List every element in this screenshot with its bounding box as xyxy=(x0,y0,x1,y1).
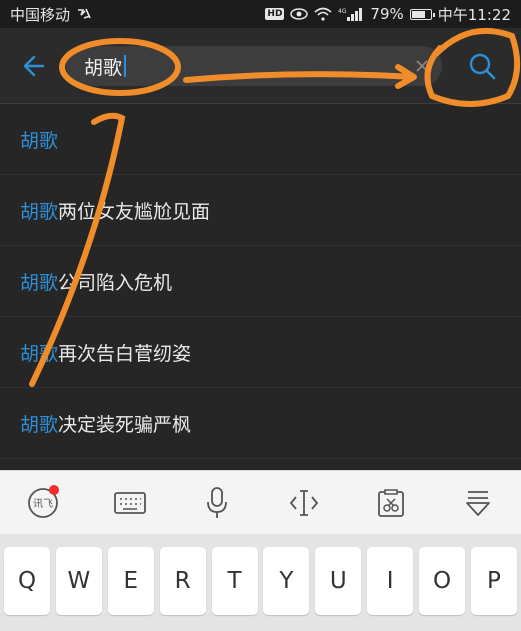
suggestion-highlight: 胡歌 xyxy=(20,200,59,223)
cursor-move-icon xyxy=(289,489,319,516)
ifly-logo-button[interactable]: 讯飞 xyxy=(17,477,69,529)
keyboard-toolbar: 讯飞 xyxy=(0,470,521,534)
key-y[interactable]: Y xyxy=(263,547,310,615)
hide-keyboard-button[interactable] xyxy=(452,477,504,529)
cursor-move-button[interactable] xyxy=(278,477,330,529)
suggestion-text: 两位女友尴尬见面 xyxy=(58,200,211,223)
clear-button[interactable] xyxy=(412,56,432,76)
key-u[interactable]: U xyxy=(315,547,362,615)
battery-percent: 79% xyxy=(370,5,404,23)
carrier-label: 中国移动 xyxy=(10,5,71,24)
suggestion-highlight: 胡歌 xyxy=(20,342,59,365)
search-button[interactable] xyxy=(462,46,502,86)
suggestion-highlight: 胡歌 xyxy=(20,129,59,152)
back-button[interactable] xyxy=(14,48,50,84)
search-icon xyxy=(469,53,496,80)
keyboard-switch-button[interactable] xyxy=(104,477,156,529)
suggestion-highlight: 胡歌 xyxy=(20,413,59,436)
suggestion-item[interactable]: 胡歌 两位女友尴尬见面 xyxy=(0,175,521,246)
clipboard-icon xyxy=(377,488,404,517)
search-query: 胡歌 xyxy=(84,56,123,79)
key-q[interactable]: Q xyxy=(4,547,50,615)
status-left: 中国移动 xyxy=(10,4,92,25)
search-input[interactable]: 胡歌 xyxy=(66,46,442,86)
key-p[interactable]: P xyxy=(470,547,517,615)
key-i[interactable]: I xyxy=(367,547,414,615)
suggestion-item[interactable]: 胡歌 公司陷入危机 xyxy=(0,246,521,317)
key-o[interactable]: O xyxy=(419,547,465,615)
suggestion-text: 再次告白菅纫姿 xyxy=(58,342,192,365)
keyboard-icon xyxy=(114,491,147,514)
microphone-icon xyxy=(207,486,227,518)
key-t[interactable]: T xyxy=(211,547,258,615)
text-cursor xyxy=(124,55,127,77)
key-r[interactable]: R xyxy=(159,547,206,615)
battery-fill xyxy=(411,10,426,18)
svg-text:讯飞: 讯飞 xyxy=(33,498,53,510)
suggestion-item[interactable]: 胡歌 xyxy=(0,104,521,175)
battery-icon xyxy=(409,8,435,20)
clock: 中午11:22 xyxy=(437,5,511,24)
status-bar: 中国移动 HD 4G 79% 中午11:22 xyxy=(0,0,521,28)
suggestion-text: 公司陷入危机 xyxy=(58,271,173,294)
back-arrow-icon xyxy=(23,55,45,77)
suggestion-list: 胡歌 胡歌 两位女友尴尬见面 胡歌 公司陷入危机 胡歌 再次告白菅纫姿 胡歌 决定装死骗… xyxy=(0,104,521,459)
wifi-icon xyxy=(314,7,332,21)
notification-dot xyxy=(49,484,60,495)
4g-signal-icon: 4G xyxy=(338,8,363,21)
suggestion-item[interactable]: 胡歌 再次告白菅纫姿 xyxy=(0,317,521,388)
suggestion-text: 决定装死骗严枫 xyxy=(58,413,192,436)
key-e[interactable]: E xyxy=(107,547,154,615)
clipboard-button[interactable] xyxy=(365,477,417,529)
keyboard-row: Q W E R T Y U I O P xyxy=(0,534,521,631)
clear-icon xyxy=(416,60,428,72)
sim-icon xyxy=(78,8,91,19)
key-w[interactable]: W xyxy=(55,547,102,615)
voice-input-button[interactable] xyxy=(191,477,243,529)
search-header: 胡歌 xyxy=(0,28,521,104)
hd-icon: HD xyxy=(265,8,285,20)
status-right: HD 4G 79% 中午11:22 xyxy=(265,4,511,25)
suggestion-item[interactable]: 胡歌 决定装死骗严枫 xyxy=(0,388,521,459)
hide-keyboard-icon xyxy=(465,490,490,516)
eye-icon xyxy=(290,8,309,20)
svg-text:4G: 4G xyxy=(338,8,347,15)
suggestion-highlight: 胡歌 xyxy=(20,271,59,294)
